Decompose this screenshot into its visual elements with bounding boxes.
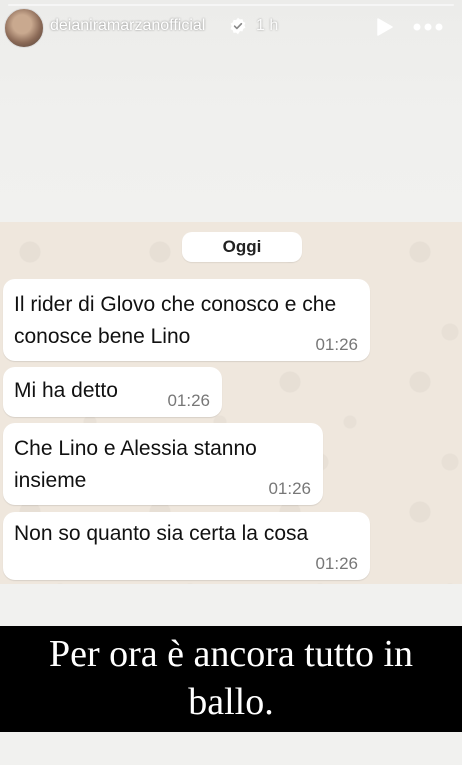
username[interactable]: deianiramarzanofficial (50, 17, 205, 35)
message-bubble: Mi ha detto 01:26 (3, 367, 222, 417)
message-bubble: Che Lino e Alessia stanno insieme 01:26 (3, 423, 323, 505)
avatar[interactable] (4, 8, 44, 48)
caption-line-1: Per ora è ancora tutto in (48, 633, 414, 675)
message-bubble: Il rider di Glovo che conosco e che cono… (3, 279, 370, 361)
story-caption: Per ora è ancora tutto in ballo. (0, 626, 462, 732)
more-icon[interactable] (413, 17, 443, 37)
story-header: deianiramarzanofficial 1 h (0, 0, 462, 58)
message-text: Mi ha detto (14, 379, 118, 402)
date-chip: Oggi (182, 232, 302, 262)
message-text: Che Lino e Alessia stanno insieme (14, 437, 257, 492)
message-time: 01:26 (167, 391, 210, 410)
message-bubble: Non so quanto sia certa la cosa 01:26 (3, 512, 370, 580)
verified-badge-icon (230, 17, 246, 35)
message-text: Il rider di Glovo che conosco e che cono… (14, 293, 337, 348)
message-time: 01:26 (315, 554, 358, 573)
time-ago: 1 h (256, 17, 279, 34)
message-time: 01:26 (315, 335, 358, 354)
message-time: 01:26 (268, 479, 311, 498)
caption-line-2: ballo. (188, 681, 274, 723)
play-icon[interactable] (374, 17, 394, 37)
message-text: Non so quanto sia certa la cosa (14, 522, 309, 545)
